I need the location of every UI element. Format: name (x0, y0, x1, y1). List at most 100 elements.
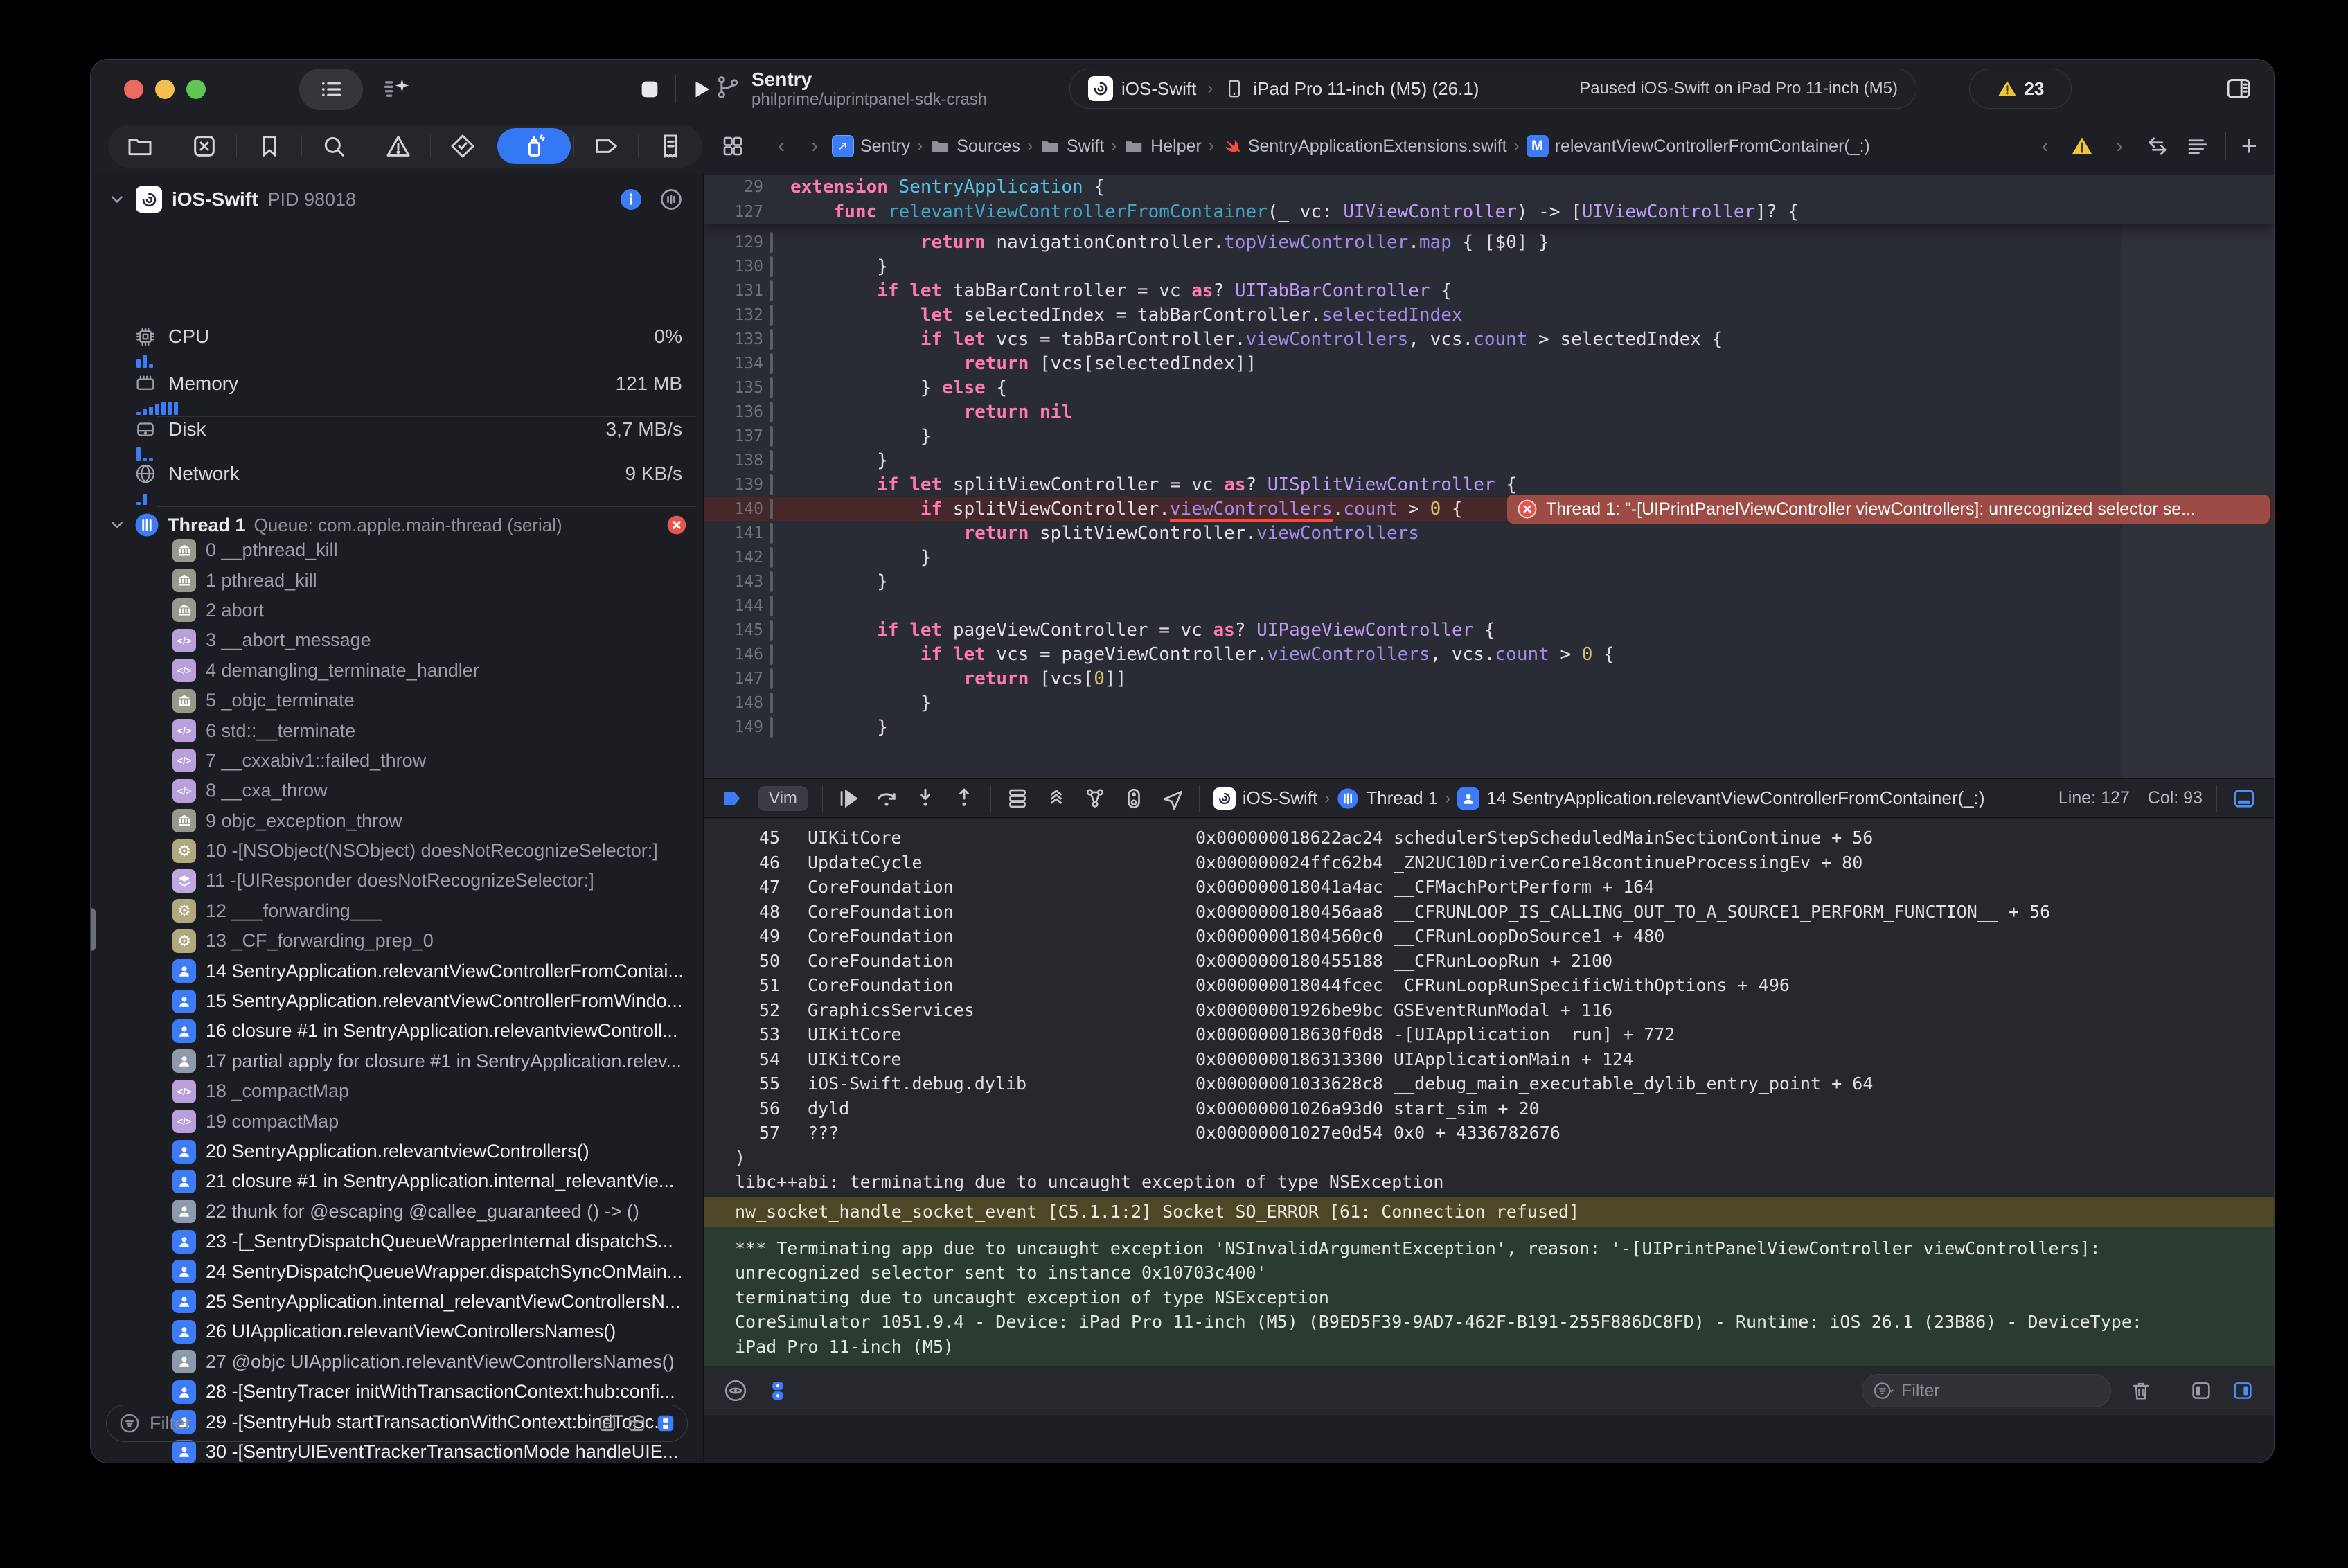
jumpbar-item[interactable]: Sentry (832, 135, 910, 157)
gauge-network[interactable]: Network9 KB/s (91, 462, 703, 505)
jumpbar-item[interactable]: SentryApplicationExtensions.swift (1221, 136, 1507, 157)
code-line[interactable]: 136 return nil (704, 400, 2274, 424)
navigator-tab-project[interactable] (110, 128, 170, 164)
minimap-button[interactable] (2185, 134, 2210, 159)
navigator-tab-find[interactable] (304, 128, 364, 164)
grouped-toggle-icon[interactable] (626, 1413, 647, 1434)
code-line[interactable]: 139 if let splitViewController = vc as? … (704, 472, 2274, 497)
debug-breadcrumb-item[interactable]: Thread 1 (1337, 787, 1438, 810)
sticky-code-line[interactable]: 29extension SentryApplication { (704, 174, 2274, 199)
close-window-button[interactable] (124, 80, 143, 99)
jumpbar-item[interactable]: Helper (1123, 136, 1202, 157)
navigator-tab-bookmarks[interactable] (240, 128, 299, 164)
stack-frame-row[interactable]: 1 pthread_kill (91, 565, 703, 595)
navigator-tab-changes[interactable] (175, 128, 234, 164)
code-line[interactable]: 140 if splitViewController.viewControlle… (704, 497, 2274, 521)
clear-console-icon[interactable] (2129, 1379, 2153, 1402)
code-line[interactable]: 130 } (704, 254, 2274, 278)
code-line[interactable]: 144 (704, 594, 2274, 618)
swap-arrows-icon[interactable] (2145, 134, 2170, 159)
jumpbar-item[interactable]: Swift (1040, 136, 1104, 157)
navigator-tab-breakpoints[interactable] (576, 128, 636, 164)
intelligence-button[interactable] (382, 74, 413, 105)
code-line[interactable]: 135 } else { (704, 375, 2274, 400)
jumpbar-item[interactable]: Sources (930, 136, 1020, 157)
code-line[interactable]: 142 } (704, 545, 2274, 569)
stack-frame-row[interactable]: 11 -[UIResponder doesNotRecognizeSelecto… (91, 866, 703, 896)
code-line[interactable]: 133 if let vcs = tabBarController.viewCo… (704, 327, 2274, 351)
simulate-location-button[interactable] (1160, 786, 1185, 811)
stack-frame-row[interactable]: </>6 std::__terminate (91, 715, 703, 745)
zoom-window-button[interactable] (186, 80, 206, 99)
stack-frame-row[interactable]: 28 -[SentryTracer initWithTransactionCon… (91, 1377, 703, 1407)
previous-issue-button[interactable]: ‹ (2042, 135, 2048, 157)
environment-overrides-button[interactable] (1121, 786, 1146, 811)
code-line[interactable]: 134 return [vcs[selectedIndex]] (704, 351, 2274, 375)
step-over-button[interactable] (874, 786, 899, 811)
code-line[interactable]: 132 let selectedIndex = tabBarController… (704, 303, 2274, 327)
console-mode-icon[interactable] (766, 1378, 790, 1403)
debug-console[interactable]: 45UIKitCore0x000000018622ac24 schedulerS… (704, 819, 2274, 1415)
stack-frame-row[interactable]: ⚙10 -[NSObject(NSObject) doesNotRecogniz… (91, 836, 703, 866)
stack-frame-row[interactable]: </>4 demangling_terminate_handler (91, 656, 703, 686)
step-into-button[interactable] (913, 786, 938, 811)
variables-view-icon[interactable] (723, 1378, 748, 1403)
minimize-window-button[interactable] (155, 80, 175, 99)
stack-frame-row[interactable]: 20 SentryApplication.relevantviewControl… (91, 1137, 703, 1166)
memory-graph-button[interactable] (1083, 786, 1108, 811)
error-annotation[interactable]: Thread 1: "-[UIPrintPanelViewController … (1507, 495, 2270, 524)
console-toggle-icon[interactable] (2231, 786, 2257, 811)
navigator-toggle-button[interactable] (299, 69, 363, 110)
code-line[interactable]: 143 } (704, 569, 2274, 594)
process-row[interactable]: iOS-Swift PID 98018 (91, 182, 703, 217)
scheme-selector[interactable]: iOS-Swift › iPad Pro 11-inch (M5) (26.1)… (1069, 69, 1916, 109)
stack-frame-row[interactable]: </>7 __cxxabiv1::failed_throw (91, 746, 703, 776)
navigator-filter-field[interactable]: Filter (106, 1405, 688, 1442)
view-layers-button[interactable] (1044, 786, 1069, 811)
navigator-tab-tests[interactable] (433, 128, 492, 164)
stack-frame-row[interactable]: </>18 _compactMap (91, 1076, 703, 1106)
stack-frame-row[interactable]: 9 objc_exception_throw (91, 806, 703, 836)
disclosure-chevron-icon[interactable] (108, 516, 126, 534)
back-button[interactable]: ‹ (778, 134, 785, 158)
step-out-button[interactable] (952, 786, 977, 811)
next-issue-button[interactable]: › (2116, 135, 2122, 157)
stack-frame-row[interactable]: 22 thunk for @escaping @callee_guarantee… (91, 1197, 703, 1227)
jumpbar-item[interactable]: MrelevantViewControllerFromContainer(_:) (1527, 135, 1870, 157)
code-line[interactable]: 131 if let tabBarController = vc as? UIT… (704, 278, 2274, 303)
run-button[interactable] (690, 78, 713, 101)
add-editor-button[interactable]: + (2241, 131, 2257, 162)
stack-frame-row[interactable]: 16 closure #1 in SentryApplication.relev… (91, 1016, 703, 1046)
stack-frame-row[interactable]: </>3 __abort_message (91, 625, 703, 655)
crashed-threads-filter-icon[interactable] (655, 1413, 676, 1434)
code-line[interactable]: 148 } (704, 691, 2274, 715)
info-icon[interactable] (619, 187, 643, 212)
flat-list-toggle-icon[interactable] (597, 1413, 618, 1434)
inspector-toggle-button[interactable] (2209, 69, 2268, 109)
debug-view-hierarchy-button[interactable] (1005, 786, 1030, 811)
navigator-tab-issues[interactable] (368, 128, 428, 164)
code-line[interactable]: 129 return navigationController.topViewC… (704, 230, 2274, 254)
sticky-code-line[interactable]: 127 func relevantViewControllerFromConta… (704, 199, 2274, 224)
stack-frame-row[interactable]: 23 -[_SentryDispatchQueueWrapperInternal… (91, 1227, 703, 1256)
source-editor[interactable]: 29extension SentryApplication {127 func … (704, 174, 2274, 778)
gauge-disk[interactable]: Disk3,7 MB/s (91, 418, 703, 461)
stack-frame-row[interactable]: 14 SentryApplication.relevantViewControl… (91, 956, 703, 986)
variables-panel-toggle-icon[interactable] (2189, 1379, 2213, 1402)
navigator-tab-reports[interactable] (641, 128, 700, 164)
stack-frame-row[interactable]: 17 partial apply for closure #1 in Sentr… (91, 1046, 703, 1076)
code-line[interactable]: 145 if let pageViewController = vc as? U… (704, 618, 2274, 642)
code-line[interactable]: 138 } (704, 448, 2274, 472)
stack-frame-row[interactable]: 26 UIApplication.relevantViewControllers… (91, 1317, 703, 1346)
gauge-memory[interactable]: Memory121 MB (91, 372, 703, 415)
code-line[interactable]: 141 return splitViewController.viewContr… (704, 521, 2274, 545)
stack-frame-row[interactable]: 25 SentryApplication.internal_relevantVi… (91, 1287, 703, 1317)
debug-breadcrumb-item[interactable]: 14 SentryApplication.relevantViewControl… (1457, 787, 1984, 810)
stack-frame-row[interactable]: 27 @objc UIApplication.relevantViewContr… (91, 1347, 703, 1377)
gauge-icon[interactable] (659, 187, 684, 212)
stack-frame-row[interactable]: ⚙13 _CF_forwarding_prep_0 (91, 926, 703, 956)
stack-frame-row[interactable]: 21 closure #1 in SentryApplication.inter… (91, 1166, 703, 1196)
forward-button[interactable]: › (811, 134, 818, 158)
stack-frame-row[interactable]: </>19 compactMap (91, 1106, 703, 1136)
stop-button[interactable] (638, 78, 661, 101)
